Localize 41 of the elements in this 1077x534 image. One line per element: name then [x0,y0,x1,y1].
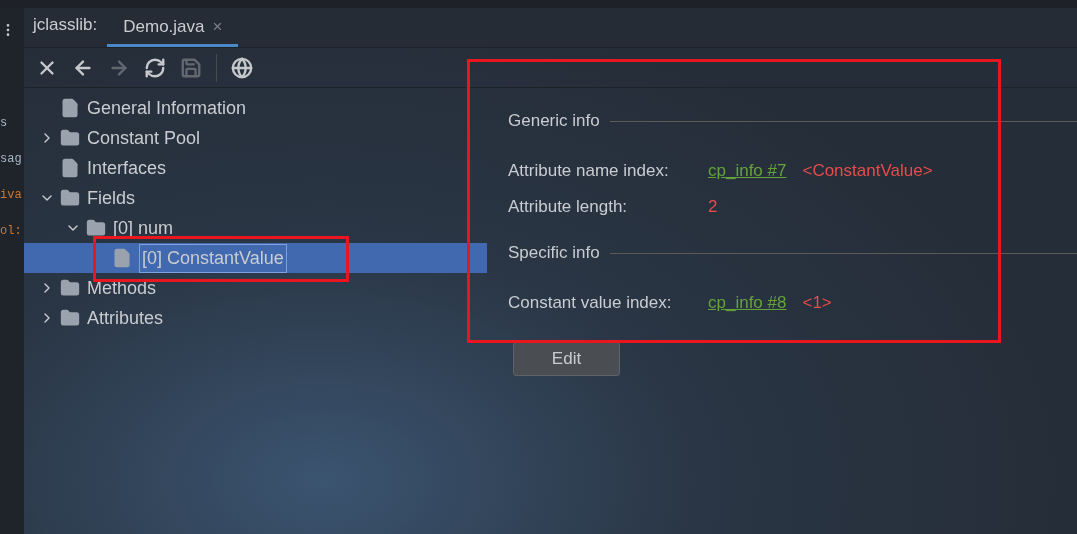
file-icon [60,158,80,178]
tool-window-title: jclasslib: [33,13,98,36]
tree-item[interactable]: Constant Pool [24,123,487,153]
field-label: Constant value index: [508,292,673,315]
tree-item[interactable]: Fields [24,183,487,213]
code-fragment: sag [0,151,23,168]
tree-item[interactable]: Interfaces [24,153,487,183]
tree-label: [0] ConstantValue [139,243,287,273]
tree-label: General Information [87,96,247,120]
file-icon [112,248,132,268]
folder-icon [60,308,80,328]
field-label: Attribute name index: [508,160,670,183]
field-label: Attribute length: [508,196,629,219]
field-value: <ConstantValue> [802,160,933,183]
folder-icon [86,218,106,238]
file-icon [60,98,80,118]
code-fragment: iva [0,187,23,204]
field-value: 2 [708,196,718,219]
tree-label: Fields [87,186,135,210]
cp-info-link[interactable]: cp_info #7 [708,158,787,184]
folder-icon [60,278,80,298]
cp-info-link[interactable]: cp_info #8 [708,290,787,316]
tab-close[interactable]: × [212,13,223,40]
folder-icon [60,128,80,148]
edit-button[interactable]: Edit [513,342,620,376]
tree-label: Interfaces [87,156,167,180]
folder-icon [60,188,80,208]
refresh-icon[interactable] [144,56,166,79]
tree-item[interactable]: Attributes [24,303,487,333]
section-title: Generic info [508,110,600,133]
code-fragment: s [0,115,9,132]
file-tab[interactable]: Demo.java × [107,9,239,47]
tree-item[interactable]: Methods [24,273,487,303]
tree-label: Methods [87,276,157,300]
tree-label: Attributes [87,306,164,330]
code-fragment: ol: [0,223,23,240]
field-value: <1> [802,292,832,315]
section-title: Specific info [508,242,600,265]
tree-item[interactable]: General Information [24,93,487,123]
tree-label: Constant Pool [87,126,201,150]
globe-icon[interactable] [231,56,253,79]
